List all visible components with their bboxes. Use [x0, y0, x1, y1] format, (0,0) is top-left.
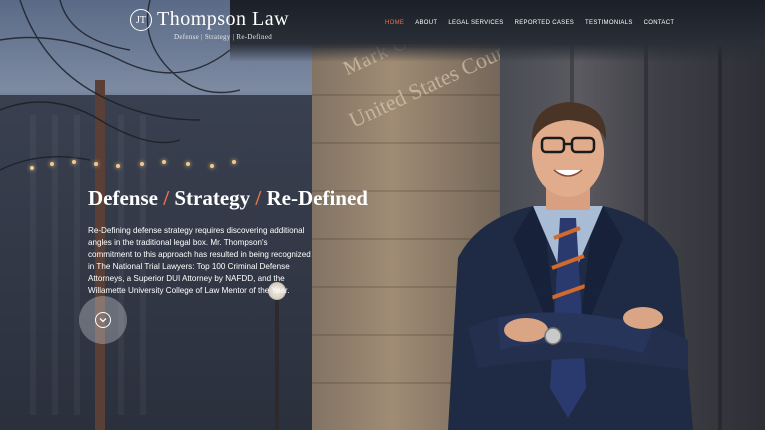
chevron-down-icon	[95, 312, 111, 328]
building-overhang	[230, 0, 765, 62]
site-logo[interactable]: JT Thompson Law Defense | Strategy | Re-…	[130, 8, 289, 42]
nav-reported-cases[interactable]: REPORTED CASES	[515, 20, 574, 26]
brand-name: Thompson Law	[157, 8, 290, 30]
headline-word-redefined: Re-Defined	[266, 186, 368, 210]
nav-home[interactable]: HOME	[385, 20, 404, 26]
nav-legal-services[interactable]: LEGAL SERVICES	[448, 20, 503, 26]
hero-background-photo: Mark O. Hatfield United States Courthous…	[0, 0, 765, 430]
nav-testimonials[interactable]: TESTIMONIALS	[585, 20, 633, 26]
headline-word-strategy: Strategy	[174, 186, 251, 210]
nav-contact[interactable]: CONTACT	[644, 20, 675, 26]
headline-separator: /	[163, 186, 170, 210]
brand-tagline: Defense | Strategy | Re-Defined	[174, 33, 273, 41]
nav-about[interactable]: ABOUT	[415, 20, 437, 26]
headline-word-defense: Defense	[88, 186, 158, 210]
lamp-post	[275, 300, 279, 430]
attorney-portrait	[448, 102, 693, 430]
main-nav: HOME ABOUT LEGAL SERVICES REPORTED CASES…	[385, 20, 674, 26]
hero-headline: Defense / Strategy / Re-Defined	[88, 186, 368, 211]
hero-body-text: Re-Defining defense strategy requires di…	[88, 226, 311, 295]
monogram-icon: JT	[130, 9, 152, 31]
string-lights	[20, 150, 250, 180]
headline-separator: /	[255, 186, 262, 210]
scroll-down-button[interactable]	[79, 296, 127, 344]
